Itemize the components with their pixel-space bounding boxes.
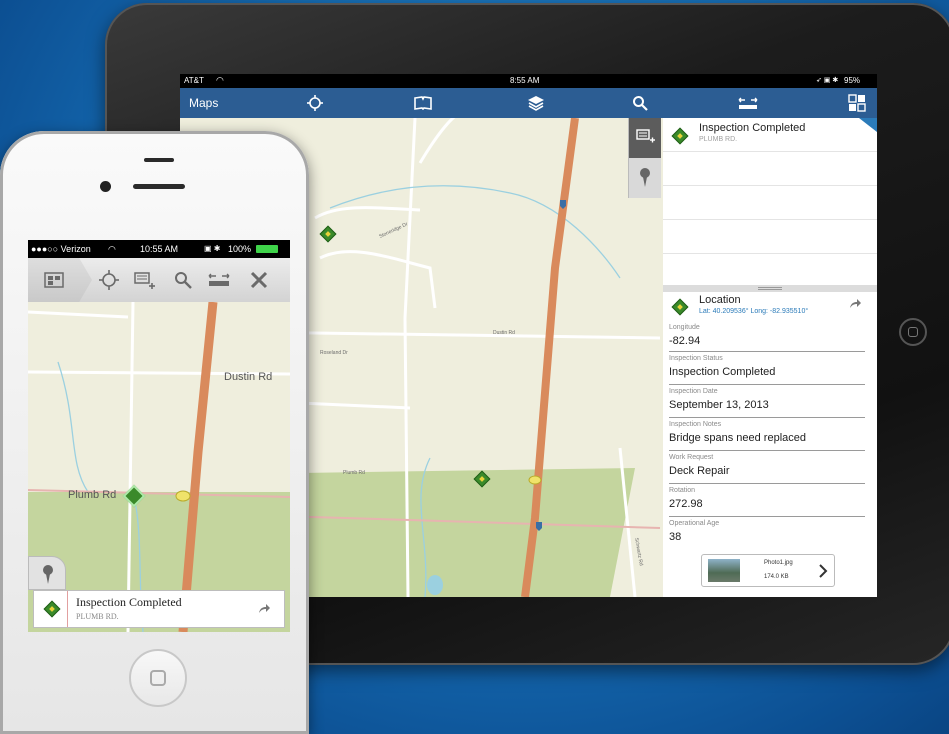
park-area	[290, 468, 635, 597]
map-label-dustin: Dustin Rd	[224, 371, 272, 383]
feature-symbol-icon	[43, 600, 61, 618]
field-label: Longitude	[669, 324, 700, 331]
list-item[interactable]: Inspection Completed PLUMB RD.	[663, 118, 877, 152]
field-value: Bridge spans need replaced	[669, 432, 806, 444]
list-row-empty	[663, 254, 877, 288]
ipad-nav-bar: Maps	[180, 88, 877, 118]
search-icon[interactable]	[629, 92, 651, 114]
ipad-side-tabs	[628, 118, 661, 198]
list-row-empty	[663, 152, 877, 186]
measure-icon[interactable]	[737, 92, 759, 114]
nav-title[interactable]: Maps	[189, 96, 218, 110]
attachment-name: Photo1.jpg	[764, 560, 793, 566]
status-carrier: AT&T	[184, 76, 204, 85]
detail-coords: Lat: 40.209536° Long: -82.935510°	[699, 308, 809, 315]
callout-title: Inspection Completed	[76, 595, 182, 609]
battery-icon	[256, 245, 278, 253]
field-label: Rotation	[669, 487, 696, 494]
layers-icon[interactable]	[525, 92, 547, 114]
collect-feature-icon[interactable]	[629, 118, 661, 158]
field-label: Work Request	[669, 454, 714, 461]
map-canvas: Dustin Rd Plumb Rd	[28, 302, 290, 632]
map-list-icon[interactable]	[41, 268, 67, 292]
airplay-bluetooth-icon: ▣ ✱	[204, 244, 221, 253]
selected-corner-icon	[859, 118, 877, 132]
iphone-speaker-slot	[144, 158, 174, 162]
status-carrier: ●●●○○ Verizon	[31, 244, 91, 254]
search-icon[interactable]	[170, 268, 196, 292]
feature-callout[interactable]: Inspection Completed PLUMB RD.	[33, 590, 285, 628]
wifi-icon: ◠	[108, 244, 116, 254]
bookmarks-icon[interactable]	[412, 92, 434, 114]
list-item-title: Inspection Completed	[699, 122, 806, 134]
map-label-plumb: Plumb Rd	[68, 489, 116, 501]
chevron-right-icon	[819, 564, 828, 578]
iphone-toolbar	[28, 258, 290, 303]
field-value: 272.98	[669, 498, 703, 510]
wifi-icon: ◠	[216, 75, 224, 85]
results-list: Inspection Completed PLUMB RD.	[663, 118, 877, 285]
feature-symbol-icon	[671, 298, 689, 316]
field-value: -82.94	[669, 335, 701, 347]
iphone-map[interactable]: Dustin Rd Plumb Rd	[28, 302, 290, 632]
locate-icon[interactable]	[304, 92, 326, 114]
basemap-icon[interactable]	[846, 92, 868, 114]
iphone-screen: ●●●○○ Verizon ◠ 10:55 AM ▣ ✱ 100% Dustin…	[28, 240, 290, 632]
field-label: Inspection Notes	[669, 421, 722, 428]
map-label-dustin: Dustin Rd	[493, 330, 515, 336]
share-icon[interactable]	[849, 299, 861, 309]
iphone-earpiece	[133, 184, 185, 189]
field-value: Deck Repair	[669, 465, 730, 477]
detail-title: Location	[699, 294, 741, 306]
map-label-roseland: Roseland Dr	[320, 350, 348, 356]
attachment-thumbnail	[708, 559, 740, 582]
map-pin-tab[interactable]	[28, 556, 66, 590]
feature-detail-panel: Location Lat: 40.209536° Long: -82.93551…	[663, 292, 877, 597]
map-pin-icon	[43, 565, 53, 584]
attachment-size: 174.0 KB	[764, 574, 789, 580]
field-value: September 13, 2013	[669, 399, 769, 411]
status-battery: 100%	[228, 244, 252, 254]
iphone-status-bar: ●●●○○ Verizon ◠ 10:55 AM ▣ ✱ 100%	[28, 240, 290, 258]
ipad-home-button[interactable]	[899, 318, 927, 346]
iphone-camera	[100, 181, 111, 192]
locate-icon[interactable]	[96, 268, 122, 292]
collect-feature-icon[interactable]	[132, 268, 158, 292]
panel-drag-handle[interactable]	[663, 285, 877, 292]
map-pin-icon[interactable]	[629, 158, 661, 198]
location-bluetooth-icon: ➶ ▣ ✱	[816, 77, 839, 84]
status-battery: 95%	[844, 76, 861, 85]
list-item-subtitle: PLUMB RD.	[699, 136, 738, 143]
share-icon[interactable]	[258, 604, 270, 614]
callout-subtitle: PLUMB RD.	[76, 612, 119, 621]
field-value: Inspection Completed	[669, 366, 776, 378]
field-label: Inspection Status	[669, 355, 723, 362]
status-time: 8:55 AM	[510, 76, 540, 85]
iphone-home-button[interactable]	[129, 649, 187, 707]
status-time: 10:55 AM	[140, 244, 179, 254]
ipad-status-bar: AT&T ◠ 8:55 AM ➶ ▣ ✱ 95%	[180, 74, 877, 88]
tools-icon[interactable]	[246, 268, 272, 292]
list-row-empty	[663, 220, 877, 254]
field-label: Inspection Date	[669, 388, 718, 395]
feature-symbol-icon	[671, 127, 689, 145]
list-row-empty	[663, 186, 877, 220]
field-label: Operational Age	[669, 520, 720, 527]
map-label-plumb: Plumb Rd	[343, 470, 365, 476]
attachment-button[interactable]: Photo1.jpg 174.0 KB	[701, 554, 835, 587]
measure-icon[interactable]	[206, 268, 232, 292]
field-value: 38	[669, 531, 682, 543]
